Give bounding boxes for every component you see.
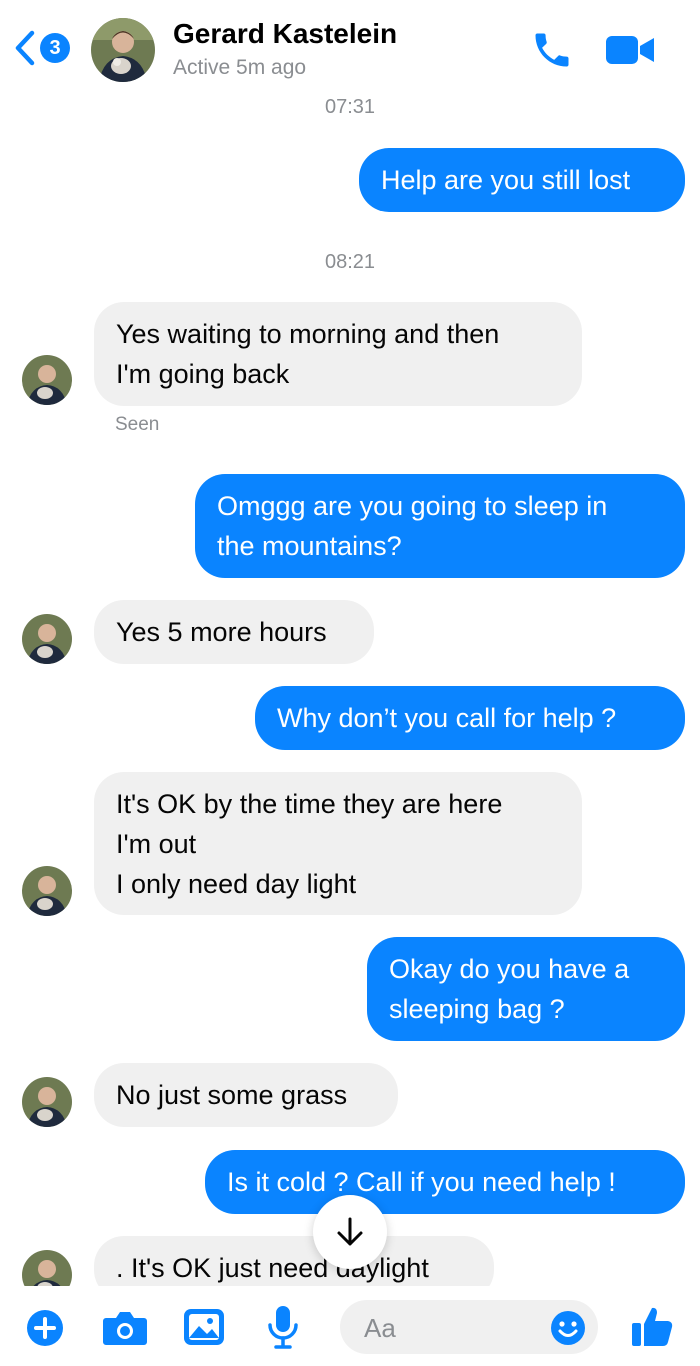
video-camera-icon — [606, 36, 654, 64]
active-status: Active 5m ago — [173, 56, 307, 79]
message-input-box[interactable] — [340, 1300, 598, 1356]
camera-icon — [103, 1312, 147, 1345]
thumbs-up-icon — [632, 1307, 673, 1346]
video-call-button[interactable] — [604, 32, 656, 73]
outgoing-message[interactable]: Is it cold ? Call if you need help ! — [205, 1150, 685, 1214]
messenger-chat-screen: 3 Gerard Kastelein Active 5m ago 07:31 H… — [0, 0, 700, 1366]
back-button[interactable]: 3 — [14, 26, 70, 70]
plus-icon — [27, 1310, 63, 1346]
gallery-button[interactable] — [183, 1308, 225, 1351]
message-composer — [0, 1286, 700, 1366]
timestamp: 08:21 — [324, 251, 376, 273]
incoming-message[interactable]: Yes 5 more hours — [94, 600, 374, 664]
voice-message-button[interactable] — [266, 1305, 300, 1354]
phone-icon — [535, 33, 569, 67]
avatar — [22, 355, 72, 405]
contact-name[interactable]: Gerard Kastelein — [173, 18, 397, 50]
incoming-message[interactable]: It's OK by the time they are here I'm ou… — [94, 772, 582, 915]
call-button[interactable] — [530, 28, 574, 77]
outgoing-message[interactable]: Help are you still lost — [359, 148, 685, 212]
chevron-left-icon — [15, 30, 35, 66]
timestamp: 07:31 — [324, 96, 376, 118]
outgoing-message[interactable]: Why don’t you call for help ? — [255, 686, 685, 750]
incoming-message[interactable]: Yes waiting to morning and then I'm goin… — [94, 302, 582, 406]
scroll-to-bottom-button[interactable] — [313, 1195, 387, 1269]
microphone-icon — [268, 1306, 298, 1349]
incoming-message[interactable]: No just some grass — [94, 1063, 398, 1127]
avatar[interactable] — [91, 18, 155, 82]
emoji-button[interactable] — [550, 1310, 586, 1351]
like-button[interactable] — [630, 1304, 674, 1353]
gallery-icon — [184, 1309, 224, 1345]
outgoing-message[interactable]: Okay do you have a sleeping bag ? — [367, 937, 685, 1041]
seen-status: Seen — [115, 414, 160, 435]
outgoing-message[interactable]: Omggg are you going to sleep in the moun… — [195, 474, 685, 578]
emoji-icon — [551, 1311, 585, 1345]
message-input[interactable] — [362, 1300, 546, 1356]
arrow-down-icon — [337, 1217, 363, 1246]
camera-button[interactable] — [102, 1310, 148, 1351]
chat-header: 3 Gerard Kastelein Active 5m ago — [0, 0, 700, 90]
avatar — [22, 614, 72, 664]
avatar — [22, 866, 72, 916]
add-button[interactable] — [26, 1309, 64, 1352]
unread-count-badge: 3 — [40, 33, 70, 63]
avatar — [22, 1077, 72, 1127]
